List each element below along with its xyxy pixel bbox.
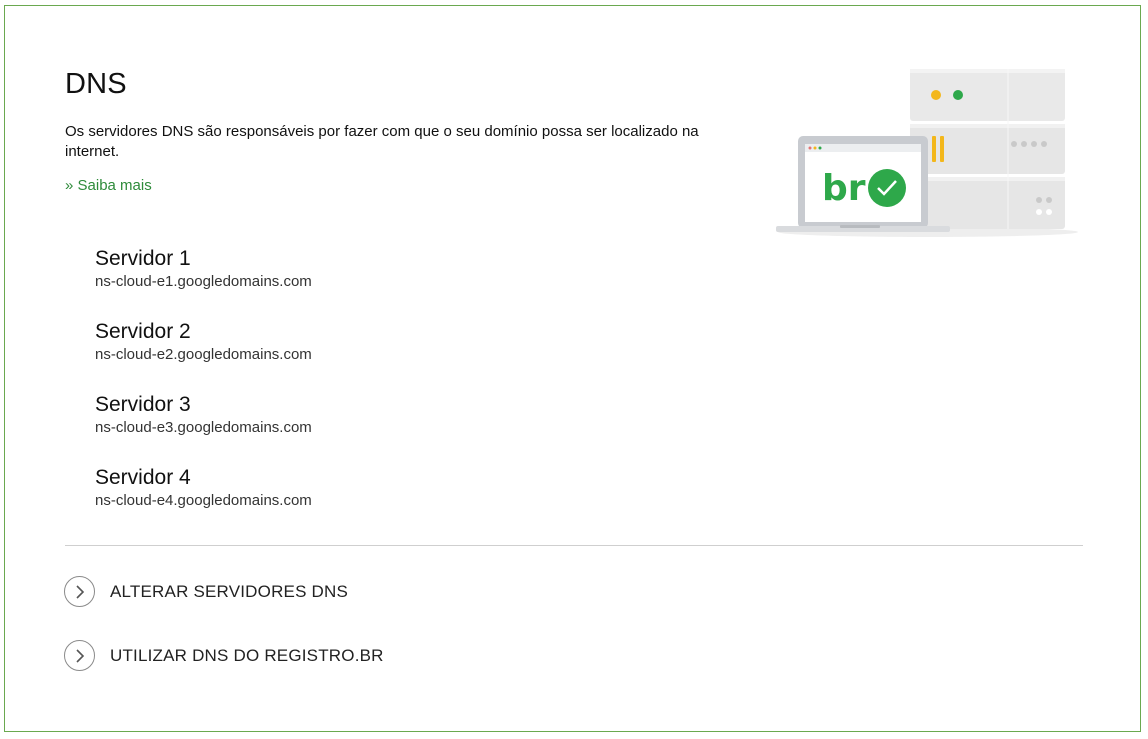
br-logo: br (822, 168, 866, 209)
server-name: Servidor 3 (95, 393, 191, 416)
learn-more-link[interactable]: » Saiba mais (65, 177, 152, 194)
server-name: Servidor 4 (95, 466, 191, 489)
server-list: Servidor 1 ns-cloud-e1.googledomains.com… (95, 246, 312, 538)
server-name: Servidor 2 (95, 320, 191, 343)
use-registro-dns-button[interactable]: UTILIZAR DNS DO REGISTRO.BR (64, 640, 384, 671)
server-item-4: Servidor 4 ns-cloud-e4.googledomains.com (95, 465, 312, 538)
dns-illustration: br (768, 66, 1088, 241)
laptop-icon: br (776, 136, 950, 232)
divider (65, 545, 1083, 546)
server-host: ns-cloud-e1.googledomains.com (95, 273, 312, 290)
server-host: ns-cloud-e3.googledomains.com (95, 419, 312, 436)
server-item-1: Servidor 1 ns-cloud-e1.googledomains.com (95, 246, 312, 319)
chevron-right-icon (64, 640, 95, 671)
server-item-2: Servidor 2 ns-cloud-e2.googledomains.com (95, 319, 312, 392)
dns-description: Os servidores DNS são responsáveis por f… (65, 123, 699, 160)
server-host: ns-cloud-e4.googledomains.com (95, 492, 312, 509)
server-laptop-illustration: br (776, 69, 1078, 237)
chevron-right-icon (64, 576, 95, 607)
server-rack-icon (910, 69, 1065, 229)
server-name: Servidor 1 (95, 247, 191, 270)
action-label: UTILIZAR DNS DO REGISTRO.BR (110, 645, 384, 665)
action-label: ALTERAR SERVIDORES DNS (110, 581, 349, 601)
server-host: ns-cloud-e2.googledomains.com (95, 346, 312, 363)
dns-panel: DNS Os servidores DNS são responsáveis p… (4, 5, 1141, 732)
page-title: DNS (65, 68, 127, 100)
change-dns-servers-button[interactable]: ALTERAR SERVIDORES DNS (64, 576, 348, 607)
server-item-3: Servidor 3 ns-cloud-e3.googledomains.com (95, 392, 312, 465)
